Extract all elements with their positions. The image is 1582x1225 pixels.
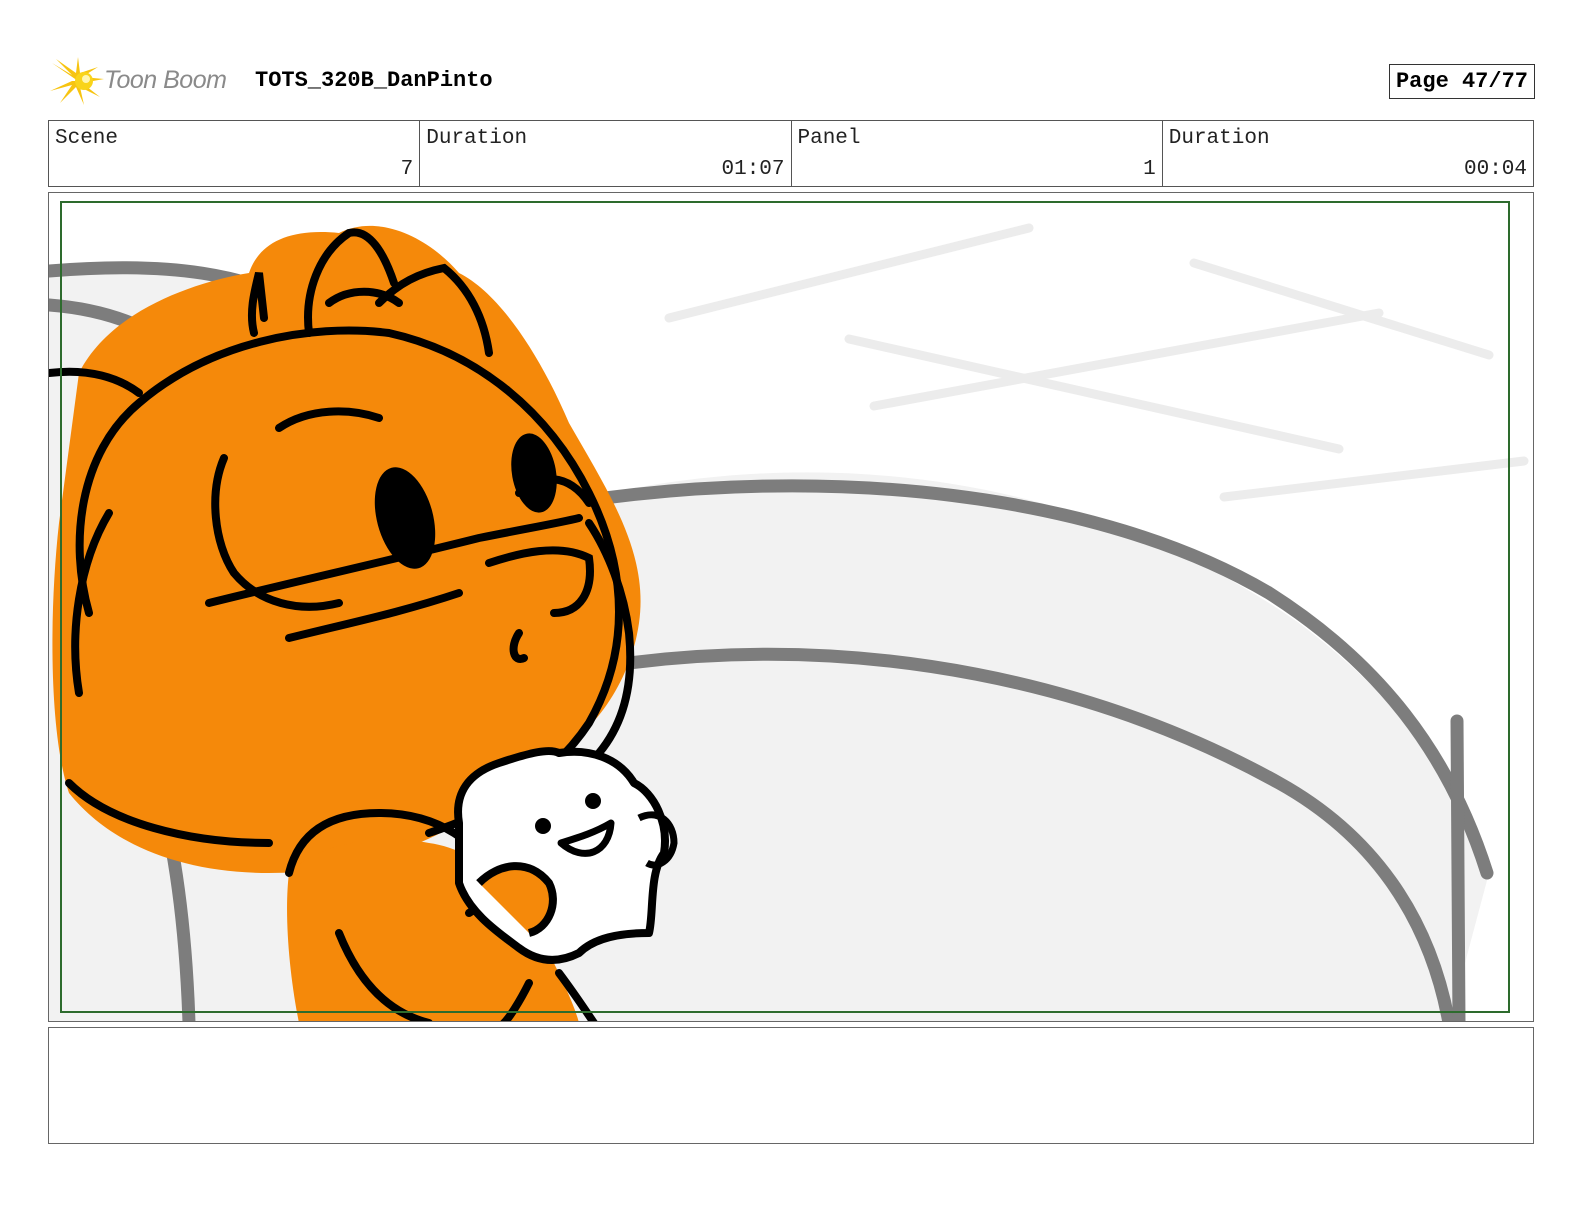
panel-label: Panel	[797, 127, 861, 150]
scene-info-table: Scene 7 Duration 01:07 Panel 1 Duration …	[48, 120, 1534, 187]
starburst-icon	[50, 57, 104, 105]
background-streaks	[664, 223, 1529, 502]
panel-value: 1	[1143, 158, 1156, 181]
scene-value: 7	[400, 158, 414, 181]
storyboard-panel	[48, 192, 1534, 1022]
toon-boom-logo: Toon Boom	[50, 57, 240, 105]
panel-notes[interactable]	[48, 1027, 1534, 1144]
panel-duration-label: Duration	[1168, 127, 1270, 150]
panel-drawing	[49, 223, 1529, 1021]
plush-toy	[454, 747, 669, 964]
scene-cell: Scene 7	[49, 121, 421, 186]
storyboard-header: Toon Boom TOTS_320B_DanPinto Page 47/77	[50, 55, 1535, 105]
page-number: Page 47/77	[1388, 64, 1535, 99]
plush-eye-right	[585, 793, 601, 809]
scene-duration-cell: Duration 01:07	[420, 121, 792, 186]
panel-cell: Panel 1	[792, 121, 1163, 186]
plush-eye-left	[535, 818, 551, 834]
scene-label: Scene	[55, 127, 119, 150]
project-title: TOTS_320B_DanPinto	[255, 68, 493, 93]
panel-duration-value: 00:04	[1463, 158, 1527, 181]
scene-duration-label: Duration	[426, 127, 528, 150]
panel-duration-cell: Duration 00:04	[1163, 121, 1533, 186]
logo-text: Toon Boom	[104, 66, 227, 94]
scene-duration-value: 01:07	[721, 158, 785, 181]
